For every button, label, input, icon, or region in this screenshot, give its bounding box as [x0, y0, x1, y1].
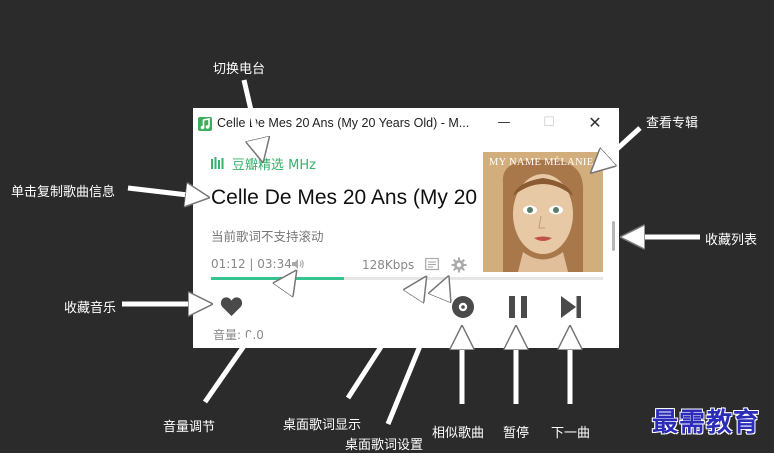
annotation-pause: 暂停 [503, 426, 530, 441]
progress-bar[interactable] [211, 277, 603, 280]
watermark: 最需教育 [652, 408, 761, 438]
annotation-volume-adjust: 音量调节 [163, 420, 216, 435]
station-name: 豆瓣精选 MHz [232, 158, 316, 173]
station-bars-icon [211, 157, 224, 169]
favorites-list-handle[interactable] [612, 221, 615, 251]
maximize-button[interactable]: ☐ [540, 114, 558, 132]
progress-fill [211, 277, 345, 280]
next-icon[interactable] [558, 294, 584, 320]
gear-icon[interactable] [451, 257, 467, 273]
annotation-next-song: 下一曲 [551, 426, 591, 441]
song-title[interactable]: Celle De Mes 20 Ans (My 20 Years Old) [211, 186, 479, 210]
annotation-copy-song-info: 单击复制歌曲信息 [11, 185, 116, 200]
bitrate: 128Kbps [362, 258, 415, 272]
volume-icon[interactable] [291, 258, 305, 270]
annotation-desktop-lyrics-show: 桌面歌词显示 [283, 418, 362, 433]
desktop-lyrics-icon[interactable] [425, 257, 439, 271]
album-cover[interactable]: MY NAME MÉLANIE PAIN [483, 152, 603, 272]
annotation-desktop-lyrics-settings: 桌面歌词设置 [345, 438, 424, 453]
annotation-view-album: 查看专辑 [646, 116, 699, 131]
playback-time: 01:12 | 03:34 [211, 257, 292, 271]
close-button[interactable]: ✕ [586, 114, 604, 132]
album-cover-text: MY NAME MÉLANIE PAIN [489, 157, 603, 168]
annotation-favorite-music: 收藏音乐 [64, 301, 117, 316]
lyrics-status: 当前歌词不支持滚动 [211, 229, 324, 244]
heart-icon[interactable] [220, 296, 243, 317]
annotation-switch-station: 切换电台 [213, 62, 266, 77]
similar-songs-icon[interactable] [450, 294, 476, 320]
title-bar[interactable]: Celle De Mes 20 Ans (My 20 Years Old) - … [193, 108, 619, 138]
app-icon [198, 117, 212, 131]
annotation-favorites-list: 收藏列表 [705, 233, 758, 248]
window-title: Celle De Mes 20 Ans (My 20 Years Old) - … [217, 116, 470, 130]
annotation-similar-songs: 相似歌曲 [432, 426, 485, 441]
pause-icon[interactable] [505, 294, 531, 320]
volume-label: 音量: 0.0 [213, 328, 264, 342]
minimize-button[interactable]: — [495, 114, 513, 132]
player-window: Celle De Mes 20 Ans (My 20 Years Old) - … [193, 108, 619, 348]
album-cover-art [483, 152, 603, 272]
